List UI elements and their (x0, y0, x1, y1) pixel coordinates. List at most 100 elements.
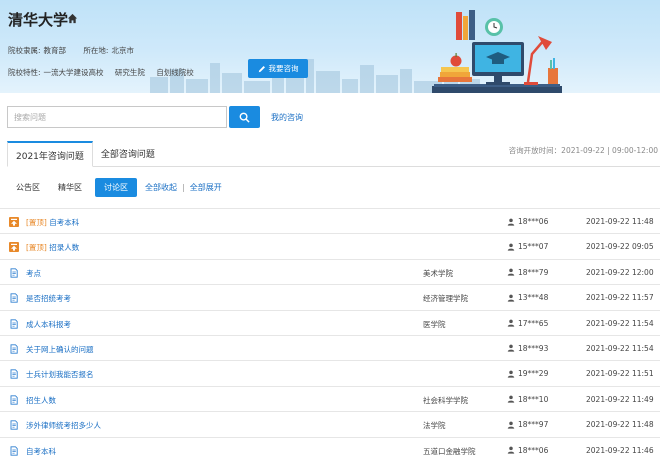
school-name: 清华大学 (8, 11, 69, 29)
location-label: 所在地: (83, 46, 109, 55)
tab-all-questions[interactable]: 全部咨询问题 (93, 141, 163, 167)
user-icon (507, 294, 515, 302)
question-title[interactable]: 自考本科 (26, 446, 56, 457)
asker: 17***65 (507, 319, 548, 328)
question-title-text: 涉外律师统考招多少人 (26, 421, 101, 431)
pinned-icon (9, 217, 19, 227)
college-name: 美术学院 (423, 268, 453, 278)
school-features-row: 院校特性: 一流大学建设高校 研究生院 自划线院校 (8, 67, 197, 78)
pinned-tag: [置顶] (26, 243, 47, 253)
document-icon (10, 369, 18, 379)
filter-featured[interactable]: 精华区 (49, 178, 91, 197)
asker: 18***10 (507, 395, 548, 404)
asker: 18***93 (507, 344, 548, 353)
question-row[interactable]: 涉外律师统考招多少人 法学院 18***97 2021-09-22 11:48 (0, 411, 660, 436)
question-row[interactable]: 是否招统考考 经济管理学院 13***48 2021-09-22 11:57 (0, 284, 660, 309)
user-icon (507, 421, 515, 429)
question-title[interactable]: 关于网上确认的问题 (26, 344, 94, 355)
home-icon[interactable] (67, 13, 78, 24)
question-title[interactable]: 考点 (26, 268, 41, 279)
ask-question-label: 我要咨询 (268, 64, 299, 73)
tab-2021-questions[interactable]: 2021年咨询问题 (7, 141, 93, 167)
document-icon (10, 395, 18, 405)
question-time: 2021-09-22 11:57 (586, 293, 654, 303)
question-title[interactable]: 成人本科报考 (26, 319, 71, 330)
filter-discussion[interactable]: 讨论区 (95, 178, 137, 197)
question-tabs: 2021年咨询问题 全部咨询问题 (7, 141, 163, 167)
consult-open-time: 咨询开放时间：2021-09-22 | 09:00-12:00 (508, 146, 658, 155)
college-name: 医学院 (423, 319, 446, 329)
asker: 18***06 (507, 446, 548, 455)
question-row[interactable]: 自考本科 五道口金融学院 18***06 2021-09-22 11:46 (0, 436, 660, 462)
pencil-icon (258, 65, 265, 72)
user-icon (507, 370, 515, 378)
filter-announcement[interactable]: 公告区 (7, 178, 49, 197)
feature-tag: 自划线院校 (156, 68, 194, 77)
search-input[interactable]: 搜索问题 (7, 106, 227, 128)
question-row[interactable]: 考点 美术学院 18***79 2021-09-22 12:00 (0, 258, 660, 284)
document-icon (10, 344, 18, 354)
features-label: 院校特性: (8, 68, 41, 77)
question-title-text: 成人本科报考 (26, 319, 71, 329)
question-title[interactable]: [置顶] 自考本科 (26, 217, 79, 228)
asker-id: 18***79 (518, 267, 549, 277)
college-name: 法学院 (423, 421, 446, 431)
question-row[interactable]: 关于网上确认的问题 18***93 2021-09-22 11:54 (0, 334, 660, 360)
ask-question-button[interactable]: 我要咨询 (248, 59, 308, 78)
user-icon (507, 218, 515, 226)
expand-all-link[interactable]: 全部展开 (187, 182, 225, 193)
filter-separator: | (182, 183, 185, 192)
question-time: 2021-09-22 11:48 (586, 217, 654, 226)
user-icon (507, 446, 515, 454)
asker-id: 18***10 (518, 394, 549, 404)
question-title-text: 士兵计划我能否报名 (26, 370, 94, 380)
asker-id: 19***29 (518, 369, 549, 379)
asker-id: 15***07 (518, 242, 549, 252)
question-row[interactable]: 招生人数 社会科学学院 18***10 2021-09-22 11:49 (0, 385, 660, 411)
asker: 18***79 (507, 268, 548, 277)
question-title-text: 自考本科 (26, 446, 56, 456)
question-title-text: 招生人数 (26, 395, 56, 405)
asker-id: 18***93 (518, 343, 549, 353)
collapse-all-link[interactable]: 全部收起 (142, 182, 180, 193)
user-icon (507, 395, 515, 403)
college-name: 经济管理学院 (423, 294, 468, 304)
question-title[interactable]: 招生人数 (26, 395, 56, 406)
asker: 18***06 (507, 217, 548, 226)
document-icon (10, 420, 18, 430)
question-list: [置顶] 自考本科 18***06 2021-09-22 11:48 [置顶] 招录人… (0, 208, 660, 462)
study-desk-illustration (432, 10, 562, 93)
question-title[interactable]: 涉外律师统考招多少人 (26, 420, 101, 431)
question-row[interactable]: 士兵计划我能否报名 19***29 2021-09-22 11:51 (0, 360, 660, 385)
asker-id: 18***06 (518, 217, 549, 226)
asker-id: 17***65 (518, 318, 549, 328)
question-title-text: 自考本科 (49, 218, 80, 227)
header-banner: 清华大学 院校隶属: 教育部 所在地: 北京市 院校特性: 一流大学建设高校 研究生院… (0, 0, 660, 93)
user-icon (507, 243, 515, 251)
asker: 19***29 (507, 369, 548, 378)
question-title[interactable]: 是否招统考考 (26, 293, 71, 304)
question-title-text: 是否招统考考 (26, 294, 71, 304)
question-row[interactable]: [置顶] 招录人数 15***07 2021-09-22 09:05 (0, 233, 660, 258)
question-title-text: 关于网上确认的问题 (26, 344, 94, 354)
user-icon (507, 268, 515, 276)
question-time: 2021-09-22 11:51 (586, 369, 654, 379)
question-title[interactable]: [置顶] 招录人数 (26, 242, 79, 253)
feature-tag: 研究生院 (114, 68, 145, 77)
search-button[interactable] (229, 106, 260, 128)
my-consult-link[interactable]: 我的咨询 (271, 112, 303, 123)
question-title[interactable]: 士兵计划我能否报名 (26, 369, 94, 380)
question-time: 2021-09-22 11:46 (586, 445, 654, 455)
asker-id: 13***48 (518, 293, 549, 303)
question-row[interactable]: [置顶] 自考本科 18***06 2021-09-22 11:48 (0, 208, 660, 233)
affiliation-value: 教育部 (43, 46, 67, 55)
question-time: 2021-09-22 11:49 (586, 394, 654, 404)
pinned-icon (9, 242, 19, 253)
document-icon (10, 445, 18, 456)
section-filter: 公告区 精华区 讨论区 全部收起 | 全部展开 (7, 178, 225, 197)
question-row[interactable]: 成人本科报考 医学院 17***65 2021-09-22 11:54 (0, 309, 660, 335)
document-icon (10, 268, 18, 278)
college-name: 社会科学学院 (423, 395, 468, 405)
asker-id: 18***06 (518, 445, 549, 455)
city-skyline-illustration (150, 59, 480, 93)
